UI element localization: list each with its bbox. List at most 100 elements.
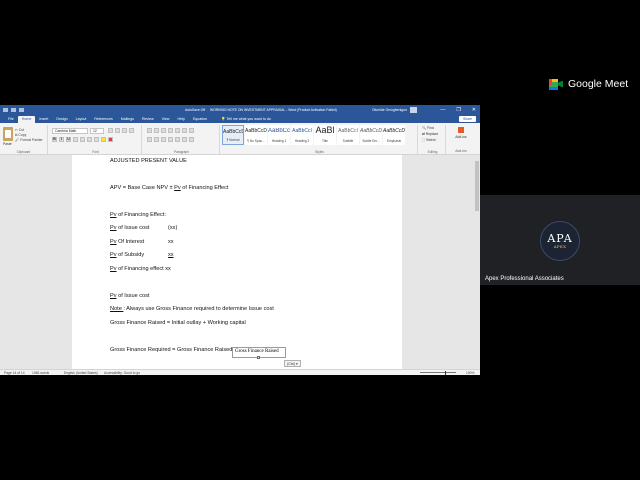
show-marks-icon[interactable] xyxy=(189,128,194,133)
underline-button[interactable]: U xyxy=(66,137,71,142)
paste-options-chip[interactable]: (Ctrl) ▾ xyxy=(284,360,301,367)
scrollbar-thumb[interactable] xyxy=(475,161,479,211)
tab-references[interactable]: References xyxy=(90,116,116,123)
share-button[interactable]: Share xyxy=(458,116,476,122)
style-emphasis[interactable]: AaBbCcDı Emphasis xyxy=(383,125,405,145)
bold-button[interactable]: B xyxy=(52,137,57,142)
format-painter-button[interactable]: 🖌 Format Painter xyxy=(15,138,43,143)
italic-button[interactable]: I xyxy=(59,137,64,142)
amount-placeholder[interactable]: xx xyxy=(168,239,174,245)
document-line[interactable]: Pv of Financing Effect: xyxy=(110,212,166,218)
google-meet-logo-icon xyxy=(549,78,563,90)
accessibility-status[interactable]: Accessibility: Good to go xyxy=(104,371,140,375)
tab-home[interactable]: Home xyxy=(17,116,36,123)
save-icon[interactable] xyxy=(3,108,8,112)
styles-group-label: Styles xyxy=(315,150,324,154)
decrease-indent-icon[interactable] xyxy=(168,128,173,133)
borders-icon[interactable] xyxy=(189,137,194,142)
tab-view[interactable]: View xyxy=(158,116,174,123)
addins-button[interactable]: Add-ins xyxy=(448,126,474,139)
font-group: Cambria Math 12 B I U Font xyxy=(50,125,142,155)
zoom-slider[interactable] xyxy=(420,372,456,373)
quick-access-toolbar xyxy=(3,108,24,112)
user-name[interactable]: Olumide Omogbenigun xyxy=(372,108,407,112)
style-title[interactable]: AaBl Title xyxy=(314,125,336,145)
document-line[interactable]: Gross Finance Raised = Initial outlay + … xyxy=(110,320,246,326)
document-line[interactable]: Pv of Subsidy xyxy=(110,252,144,258)
tab-review[interactable]: Review xyxy=(138,116,158,123)
tab-mailings[interactable]: Mailings xyxy=(117,116,138,123)
numbering-icon[interactable] xyxy=(154,128,159,133)
tab-design[interactable]: Design xyxy=(52,116,71,123)
addins-group-label: Add-ins xyxy=(455,149,467,153)
increase-indent-icon[interactable] xyxy=(175,128,180,133)
undo-icon[interactable] xyxy=(11,108,16,112)
bullets-icon[interactable] xyxy=(147,128,152,133)
style-heading-1[interactable]: AaBbCcI Heading 1 xyxy=(268,125,290,145)
tab-file[interactable]: File xyxy=(4,116,18,123)
google-meet-badge: Google Meet xyxy=(549,78,628,90)
clear-formatting-icon[interactable] xyxy=(129,128,134,133)
word-count[interactable]: 1086 words xyxy=(32,371,49,375)
equation-handle[interactable] xyxy=(257,356,260,359)
tab-equation[interactable]: Equation xyxy=(189,116,211,123)
highlight-icon[interactable] xyxy=(101,137,106,142)
subscript-icon[interactable] xyxy=(80,137,85,142)
tab-help[interactable]: Help xyxy=(173,116,188,123)
style-heading-2[interactable]: AaBbCcI Heading 2 xyxy=(291,125,313,145)
shading-icon[interactable] xyxy=(182,137,187,142)
zoom-level[interactable]: 100% xyxy=(466,371,474,375)
document-line[interactable]: Pv of Issue cost xyxy=(110,293,150,299)
align-right-icon[interactable] xyxy=(161,137,166,142)
tell-me-search[interactable]: 💡 Tell me what you want to do xyxy=(217,116,275,123)
sort-icon[interactable] xyxy=(182,128,187,133)
tab-insert[interactable]: Insert xyxy=(35,116,52,123)
document-line[interactable]: Pv of Issue cost xyxy=(110,225,150,231)
amount-placeholder[interactable]: xx xyxy=(168,252,174,258)
close-button[interactable]: ✕ xyxy=(472,107,476,113)
equation-box[interactable]: Gross Finance Raised xyxy=(232,347,286,359)
text-effects-icon[interactable] xyxy=(94,137,99,142)
page-count[interactable]: Page 14 of 14 xyxy=(4,371,25,375)
restore-button[interactable]: ❐ xyxy=(456,107,460,113)
vertical-scrollbar[interactable] xyxy=(474,155,480,369)
change-case-icon[interactable] xyxy=(122,128,127,133)
user-avatar[interactable] xyxy=(410,107,417,113)
document-line[interactable]: APV = Base Case NPV ± Pv of Financing Ef… xyxy=(110,185,229,191)
line-spacing-icon[interactable] xyxy=(175,137,180,142)
superscript-icon[interactable] xyxy=(87,137,92,142)
paste-label[interactable]: Paste xyxy=(3,142,12,146)
style-subtle-emphasis[interactable]: AaBbCcDı Subtle Em... xyxy=(360,125,382,145)
align-left-icon[interactable] xyxy=(147,137,152,142)
font-name-select[interactable]: Cambria Math xyxy=(52,128,88,134)
font-color-icon[interactable] xyxy=(108,137,113,142)
zoom-slider-knob[interactable] xyxy=(445,371,446,375)
font-size-select[interactable]: 12 xyxy=(90,128,104,134)
grow-font-icon[interactable] xyxy=(108,128,113,133)
align-center-icon[interactable] xyxy=(154,137,159,142)
document-line[interactable]: Pv Of Interest xyxy=(110,239,144,245)
ribbon-tabs: File Home Insert Design Layout Reference… xyxy=(0,115,480,123)
document-line[interactable]: Note : Always use Gross Finance required… xyxy=(110,306,274,312)
shrink-font-icon[interactable] xyxy=(115,128,120,133)
style-normal[interactable]: AaBbCcDı¶ Normal xyxy=(222,125,244,145)
language-indicator[interactable]: English (United States) xyxy=(64,371,98,375)
document-line[interactable]: Gross Finance Required = Gross Finance R… xyxy=(110,347,232,353)
participant-tile[interactable]: APA APEX Apex Professional Associates xyxy=(480,195,640,285)
document-page[interactable]: ADJUSTED PRESENT VALUE APV = Base Case NP… xyxy=(72,155,402,369)
justify-icon[interactable] xyxy=(168,137,173,142)
redo-icon[interactable] xyxy=(19,108,24,112)
style-no-spacing[interactable]: AaBbCcDı ¶ No Spac... xyxy=(245,125,267,145)
style-subtitle[interactable]: AaBbCcI Subtitle xyxy=(337,125,359,145)
paste-icon[interactable] xyxy=(3,127,13,141)
minimize-button[interactable]: — xyxy=(440,107,445,113)
document-line[interactable]: Pv of Financing effect xx xyxy=(110,266,171,272)
document-line[interactable]: ADJUSTED PRESENT VALUE xyxy=(110,158,187,164)
participant-avatar: APA APEX xyxy=(540,221,580,261)
tab-layout[interactable]: Layout xyxy=(72,116,91,123)
select-button[interactable]: ⬚ Select xyxy=(422,137,438,143)
strikethrough-icon[interactable] xyxy=(73,137,78,142)
autosave-toggle[interactable]: AutoSave Off xyxy=(185,108,205,112)
multilevel-list-icon[interactable] xyxy=(161,128,166,133)
amount-placeholder[interactable]: (xx) xyxy=(168,225,177,231)
